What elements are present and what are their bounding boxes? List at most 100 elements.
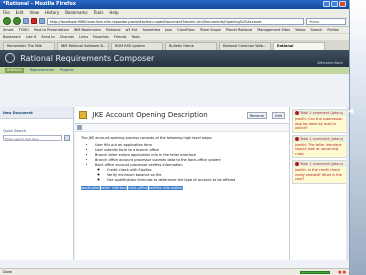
comments-pane: Total 1 comment (jake.s) jsmith: Can the…: [289, 107, 349, 260]
back-icon[interactable]: [3, 17, 11, 25]
reload-icon[interactable]: [23, 18, 29, 24]
menu-bar: File Edit View History Bookmarks Tools H…: [0, 9, 349, 16]
document-intro: The JKE account opening process consists…: [81, 136, 213, 140]
highlighted-term[interactable]: verifies information: [148, 186, 183, 190]
bookmark-item[interactable]: Firefox: [327, 28, 339, 32]
comment-card[interactable]: Total 1 comment (jake.s) jsmith: Can the…: [292, 109, 348, 133]
bookmark-item[interactable]: Sametime: [142, 28, 160, 32]
bookmark-item[interactable]: ConnFloor: [177, 28, 195, 32]
comment-icon: [295, 111, 299, 115]
substep-item: Use qualification formulas to determine …: [107, 178, 283, 183]
app-logo-icon: [5, 53, 15, 63]
left-pane: New Document Quick Search Enter search t…: [0, 107, 74, 260]
bookmark-item[interactable]: Smart: [3, 28, 14, 32]
app-nav-tabs: Artifacts Requirements Projects: [0, 67, 349, 74]
browser-tab[interactable]: Bulletin Home: [165, 42, 217, 50]
rename-button[interactable]: Rename: [246, 112, 267, 119]
app-header: Rational Requirements Composer Welcome B…: [0, 50, 349, 67]
new-document-link[interactable]: New Document: [0, 107, 73, 119]
comment-header-text: Total 1 comment (jake.s): [300, 111, 344, 115]
highlight-legend: application teller interface back-office…: [81, 186, 283, 191]
forward-icon[interactable]: [13, 17, 21, 25]
bookmark-item[interactable]: Team Scope: [200, 28, 221, 32]
highlighted-term[interactable]: back-office: [128, 186, 148, 190]
comment-body: jsmith: Can the submission also be done …: [293, 116, 347, 132]
quick-search-input[interactable]: Enter search text here: [3, 135, 62, 141]
mouse-pointer-icon: ◀: [348, 107, 354, 115]
comment-header-text: Total 1 comment (jake.s): [300, 162, 344, 166]
menu-file[interactable]: File: [3, 10, 10, 15]
maximize-button[interactable]: [331, 1, 338, 7]
edit-button[interactable]: Edit: [272, 112, 285, 119]
stop-icon[interactable]: [31, 18, 37, 24]
comment-header-text: Total 1 comment (jake.s): [300, 136, 344, 141]
menu-help[interactable]: Help: [109, 10, 118, 15]
browser-tab[interactable]: RDM RSS system: [111, 42, 163, 50]
status-icons: ■ ■: [338, 270, 346, 274]
status-progress: [300, 271, 330, 274]
document-pane: JKE Account Opening Description Rename E…: [75, 107, 289, 260]
highlighted-term[interactable]: teller interface: [101, 186, 128, 190]
document-body: The JKE account opening process consists…: [75, 132, 289, 195]
navigation-toolbar: http://localhost:9080/com.ibm.rdm.reposi…: [0, 16, 349, 27]
menu-edit[interactable]: Edit: [16, 10, 24, 15]
comment-icon: [295, 162, 299, 166]
addon-item[interactable]: Tools: [131, 35, 140, 39]
addon-item[interactable]: Bookmark: [3, 35, 21, 39]
menu-view[interactable]: View: [29, 10, 39, 15]
bookmark-item[interactable]: IBM Bookmarks: [74, 28, 101, 32]
bookmark-item[interactable]: Yahoo: [295, 28, 305, 32]
close-button[interactable]: [339, 1, 346, 7]
document-title: JKE Account Opening Description: [92, 111, 208, 119]
toolbar-icon[interactable]: [77, 125, 82, 130]
browser-tab[interactable]: Remember The Milk: [3, 42, 55, 50]
status-bar: Done ■ ■: [0, 268, 349, 275]
browser-tab-active[interactable]: Rational: [273, 42, 325, 50]
addon-item[interactable]: Favorites: [93, 35, 109, 39]
bookmark-item[interactable]: Management Sites: [257, 28, 290, 32]
addon-item[interactable]: Send to: [41, 35, 54, 39]
app-tab-requirements[interactable]: Requirements: [30, 68, 54, 73]
app-tab-projects[interactable]: Projects: [60, 68, 74, 73]
step-list: User fills out an application form User …: [95, 143, 283, 183]
browser-window: *Rational - Mozilla Firefox File Edit Vi…: [0, 0, 350, 275]
bookmark-item[interactable]: Post to Presentation: [34, 28, 69, 32]
quick-search: Enter search text here: [3, 135, 70, 141]
bookmark-item[interactable]: Planet Rational: [226, 28, 252, 32]
app-title: Rational Requirements Composer: [20, 53, 155, 63]
search-icon[interactable]: [64, 135, 70, 141]
addon-item[interactable]: Channel: [60, 35, 74, 39]
document-header: JKE Account Opening Description Rename E…: [75, 107, 289, 124]
highlighted-term[interactable]: application: [81, 186, 101, 190]
comment-card[interactable]: Total 1 comment (jake.s) jsmith: Is the …: [292, 160, 348, 184]
addon-toolbar: Bookmark Like It Send to Channel Links F…: [0, 34, 349, 41]
bookmark-item[interactable]: Jazz: [165, 28, 172, 32]
app-tab-artifacts[interactable]: Artifacts: [5, 68, 24, 73]
quick-search-label: Quick Search: [3, 129, 27, 133]
search-field[interactable]: Yahoo: [306, 17, 346, 25]
menu-tools[interactable]: Tools: [94, 10, 104, 15]
browser-tab-bar: Remember The Milk IBM Rational Software …: [0, 41, 349, 50]
workspace-label[interactable]: Welcome Back: [317, 61, 343, 65]
document-toolbar: [75, 124, 289, 132]
addon-item[interactable]: Like It: [26, 35, 37, 39]
home-icon[interactable]: [39, 18, 45, 24]
bookmark-item[interactable]: Search: [310, 28, 322, 32]
bookmark-item[interactable]: TODO: [19, 28, 29, 32]
menu-bookmarks[interactable]: Bookmarks: [65, 10, 87, 15]
app-content: New Document Quick Search Enter search t…: [0, 107, 349, 260]
menu-history[interactable]: History: [45, 10, 59, 15]
status-text: Done: [3, 270, 13, 274]
desktop-background: [350, 0, 366, 275]
comment-body: jsmith: Is the credit check really neede…: [293, 167, 347, 183]
comment-card[interactable]: Total 1 comment (jake.s) jsmith: The tel…: [292, 134, 348, 158]
url-field[interactable]: http://localhost:9080/com.ibm.rdm.reposi…: [47, 17, 304, 25]
browser-tab[interactable]: IBM Rational Software D...: [57, 42, 109, 50]
addon-item[interactable]: Friends: [114, 35, 127, 39]
bookmark-item[interactable]: w3 Ent: [125, 28, 137, 32]
substep-list: Credit check with Equifax Verify minimum…: [107, 168, 283, 183]
bookmark-item[interactable]: Rational: [106, 28, 120, 32]
minimize-button[interactable]: [323, 1, 330, 7]
browser-tab[interactable]: Rational Common Web...: [219, 42, 271, 50]
addon-item[interactable]: Links: [79, 35, 88, 39]
